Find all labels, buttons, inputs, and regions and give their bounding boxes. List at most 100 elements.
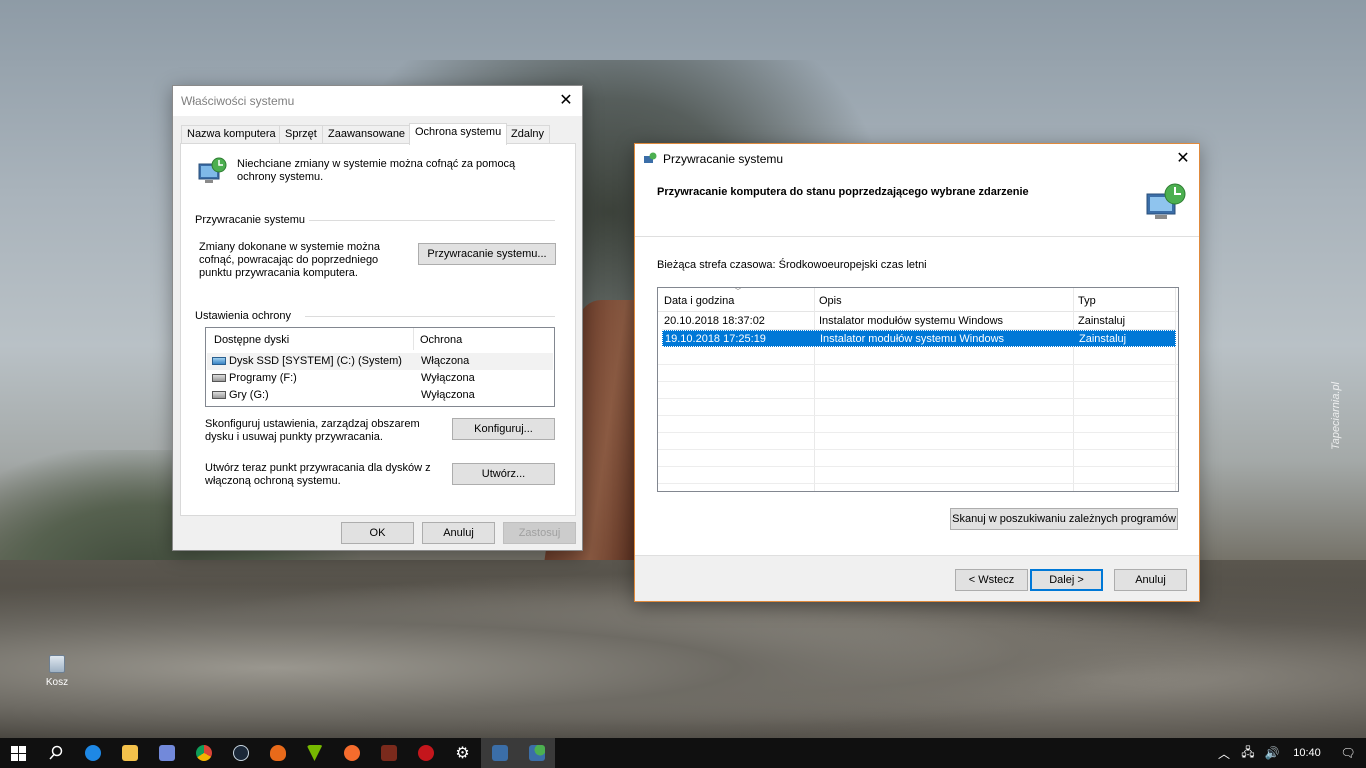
empty-row	[658, 365, 1178, 382]
drive-name: Programy (F:)	[229, 372, 297, 384]
drive-row[interactable]: Dysk SSD [SYSTEM] (C:) (System) Włączona	[207, 353, 553, 370]
system-restore-button[interactable]: Przywracanie systemu...	[418, 243, 556, 265]
system-restore-window: Przywracanie systemu ✕ Przywracanie komp…	[634, 143, 1200, 602]
system-properties-titlebar[interactable]: Właściwości systemu ✕	[173, 86, 582, 116]
taskbar-system-restore[interactable]	[518, 738, 555, 768]
taskbar-file-explorer[interactable]	[111, 738, 148, 768]
taskbar-system-properties[interactable]	[481, 738, 518, 768]
column-header-protection[interactable]: Ochrona	[420, 334, 462, 346]
taskbar-gamer-app[interactable]	[407, 738, 444, 768]
search-button[interactable]	[37, 738, 74, 768]
tab-system-protection[interactable]: Ochrona systemu	[409, 123, 508, 145]
drive-name: Gry (G:)	[229, 389, 269, 401]
next-button[interactable]: Dalej >	[1030, 569, 1103, 591]
cancel-button[interactable]: Anuluj	[1114, 569, 1187, 591]
close-button[interactable]: ✕	[550, 86, 582, 116]
network-icon: 🖧	[1241, 744, 1255, 759]
volume-button[interactable]: 🔊	[1260, 738, 1284, 768]
taskbar-steam[interactable]	[222, 738, 259, 768]
column-header-date[interactable]: Data i godzina	[664, 295, 734, 307]
window-title: Właściwości systemu	[181, 94, 295, 108]
system-properties-icon	[491, 745, 508, 761]
protection-group-title: Ustawienia ochrony	[195, 310, 291, 322]
restore-point-row-selected[interactable]: 19.10.2018 17:25:19 Instalator modułów s…	[662, 330, 1176, 347]
column-divider	[413, 328, 414, 350]
file-explorer-icon	[121, 745, 138, 761]
configure-button[interactable]: Konfiguruj...	[452, 418, 555, 440]
action-center-button[interactable]: 🗨	[1330, 738, 1366, 768]
microphone-app-icon	[269, 745, 286, 761]
restore-point-description: Instalator modułów systemu Windows	[819, 315, 1004, 327]
system-restore-large-icon	[1146, 183, 1186, 219]
steam-icon	[232, 745, 249, 761]
wallpaper-watermark: Tapeciarnia.pl	[1330, 381, 1342, 450]
cancel-button[interactable]: Anuluj	[422, 522, 495, 544]
wizard-footer: < Wstecz Dalej > Anuluj	[635, 555, 1199, 601]
chrome-icon	[195, 745, 212, 761]
drive-row[interactable]: Programy (F:) Wyłączona	[207, 370, 553, 387]
restore-point-type: Zainstaluj	[1078, 315, 1126, 327]
tab-advanced[interactable]: Zaawansowane	[322, 125, 412, 144]
clock[interactable]: 10:40	[1284, 747, 1330, 759]
recycle-bin-label: Kosz	[45, 677, 69, 688]
restore-description: Zmiany dokonane w systemie można cofnąć,…	[199, 241, 380, 279]
recycle-bin-desktop-icon[interactable]: Kosz	[40, 655, 74, 688]
wizard-header: Przywracanie komputera do stanu poprzedz…	[635, 174, 1199, 237]
drive-row[interactable]: Gry (G:) Wyłączona	[207, 387, 553, 404]
restore-points-list[interactable]: ﹀ Data i godzina Opis Typ 20.10.2018 18:…	[657, 287, 1179, 492]
scan-affected-programs-button[interactable]: Skanuj w poszukiwaniu zależnych programó…	[950, 508, 1178, 530]
gamer-app-icon	[417, 745, 434, 761]
sort-indicator-icon: ﹀	[734, 287, 742, 296]
ok-button[interactable]: OK	[341, 522, 414, 544]
drive-protection-state: Włączona	[421, 355, 470, 367]
restore-point-type: Zainstaluj	[1079, 333, 1127, 345]
taskbar-chrome[interactable]	[185, 738, 222, 768]
search-icon	[48, 745, 62, 760]
window-title: Przywracanie systemu	[663, 152, 784, 166]
close-button[interactable]: ✕	[1167, 144, 1199, 174]
discord-icon	[158, 745, 175, 761]
network-button[interactable]: 🖧	[1236, 738, 1260, 768]
column-header-description[interactable]: Opis	[819, 295, 842, 307]
create-text: Utwórz teraz punkt przywracania dla dysk…	[205, 462, 431, 487]
taskbar-nvidia[interactable]	[296, 738, 333, 768]
tab-hardware[interactable]: Sprzęt	[279, 125, 323, 144]
tab-computer-name[interactable]: Nazwa komputera	[181, 125, 282, 144]
apply-button[interactable]: Zastosuj	[503, 522, 576, 544]
back-button[interactable]: < Wstecz	[955, 569, 1028, 591]
game-icon	[380, 745, 397, 761]
taskbar-edge[interactable]	[74, 738, 111, 768]
drive-protection-state: Wyłączona	[421, 389, 475, 401]
system-tray: ︿ 🖧 🔊 10:40 🗨	[1212, 738, 1366, 768]
restore-point-description: Instalator modułów systemu Windows	[820, 333, 1005, 345]
start-icon	[11, 745, 26, 761]
system-restore-titlebar[interactable]: Przywracanie systemu ✕	[635, 144, 1199, 174]
nvidia-icon	[306, 745, 323, 761]
taskbar-microphone-app[interactable]	[259, 738, 296, 768]
taskbar-settings[interactable]: ⚙	[444, 738, 481, 768]
system-drive-icon	[212, 357, 226, 365]
show-hidden-icons-button[interactable]: ︿	[1212, 738, 1236, 768]
drive-protection-state: Wyłączona	[421, 372, 475, 384]
empty-row	[658, 467, 1178, 484]
restore-group-title: Przywracanie systemu	[195, 214, 306, 226]
column-header-type[interactable]: Typ	[1078, 295, 1096, 307]
restore-point-row[interactable]: 20.10.2018 18:37:02 Instalator modułów s…	[662, 313, 1176, 330]
taskbar-game[interactable]	[370, 738, 407, 768]
system-restore-icon	[528, 745, 545, 761]
column-header-drives[interactable]: Dostępne dyski	[214, 334, 289, 346]
start-button[interactable]	[0, 738, 37, 768]
empty-row	[658, 382, 1178, 399]
create-button[interactable]: Utwórz...	[452, 463, 555, 485]
drive-icon	[212, 391, 226, 399]
settings-icon: ⚙	[455, 745, 470, 762]
drives-list[interactable]: Dostępne dyski Ochrona Dysk SSD [SYSTEM]…	[205, 327, 555, 407]
taskbar-discord[interactable]	[148, 738, 185, 768]
volume-icon: 🔊	[1264, 746, 1280, 760]
taskbar-origin[interactable]	[333, 738, 370, 768]
empty-row	[658, 450, 1178, 467]
system-protection-panel: Niechciane zmiany w systemie można cofną…	[180, 143, 576, 516]
restore-point-date: 20.10.2018 18:37:02	[664, 315, 765, 327]
chevron-up-icon: ︿	[1217, 746, 1230, 761]
tab-remote[interactable]: Zdalny	[505, 125, 551, 144]
